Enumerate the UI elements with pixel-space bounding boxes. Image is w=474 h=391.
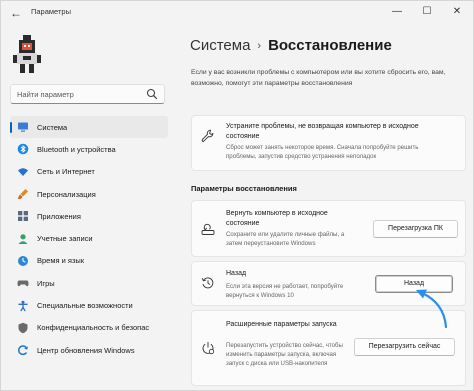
sidebar-item-label: Центр обновления Windows: [37, 345, 135, 355]
sidebar-item-bluetooth[interactable]: Bluetooth и устройства: [10, 138, 168, 160]
monitor-icon: [18, 122, 28, 132]
reset-pc-button[interactable]: Перезагрузка ПК: [373, 220, 458, 238]
sidebar-item-label: Bluetooth и устройства: [37, 144, 116, 154]
sidebar-item-privacy[interactable]: Конфиденциальность и безопас: [10, 317, 168, 339]
advanced-startup-icon: [202, 342, 215, 355]
sidebar-item-label: Учетные записи: [37, 234, 93, 244]
bluetooth-icon: [17, 144, 29, 155]
search-input[interactable]: [17, 87, 142, 101]
sidebar-item-label: Игры: [37, 278, 55, 288]
breadcrumb-separator: ›: [257, 40, 262, 52]
sidebar-item-label: Специальные возможности: [37, 301, 133, 311]
gamepad-icon: [17, 280, 29, 287]
troubleshoot-card[interactable]: Устраните проблемы, не возвращая компьют…: [191, 115, 466, 171]
reset-pc-icon: [201, 223, 215, 235]
apps-icon: [18, 211, 28, 222]
wrench-icon: [201, 129, 214, 143]
option-subtitle: Перезапустить устройство сейчас, чтобы и…: [226, 342, 343, 367]
sidebar-item-windows-update[interactable]: Центр обновления Windows: [10, 339, 168, 361]
title-bar: ← Параметры — ☐ ✕: [1, 1, 473, 25]
accessibility-icon: [18, 300, 28, 311]
option-title: Назад: [226, 270, 247, 277]
shield-icon: [18, 322, 28, 334]
sidebar-item-label: Сеть и Интернет: [37, 167, 95, 177]
troubleshoot-subtitle: Сброс может занять некоторое время. Снач…: [226, 144, 419, 160]
sidebar-item-system[interactable]: Система: [10, 116, 168, 139]
sidebar-nav: Система Bluetooth и устройства Сеть и Ин…: [10, 116, 168, 361]
option-subtitle: Сохраните или удалите личные файлы, а за…: [226, 231, 345, 247]
sidebar-item-gaming[interactable]: Игры: [10, 272, 168, 294]
search-icon[interactable]: [146, 88, 158, 100]
sidebar-item-label: Персонализация: [37, 189, 96, 199]
window-title: Параметры: [31, 7, 71, 16]
back-arrow-icon[interactable]: ←: [10, 6, 24, 20]
brush-icon: [18, 189, 28, 200]
network-icon: [18, 167, 28, 176]
settings-window: ← Параметры — ☐ ✕ Система Blu: [0, 0, 474, 391]
account-icon: [18, 233, 28, 244]
globe-clock-icon: [18, 255, 28, 266]
sidebar-item-label: Конфиденциальность и безопас: [37, 323, 150, 333]
sidebar-item-label: Приложения: [37, 211, 81, 221]
sidebar-item-network[interactable]: Сеть и Интернет: [10, 161, 168, 183]
intro-text: Если у вас возникли проблемы с компьютер…: [191, 69, 446, 87]
troubleshoot-title: Устраните проблемы, не возвращая компьют…: [226, 123, 419, 140]
sidebar-item-accounts[interactable]: Учетные записи: [10, 227, 168, 249]
search-box[interactable]: [10, 84, 165, 104]
sidebar-item-time-language[interactable]: Время и язык: [10, 250, 168, 272]
restart-now-button[interactable]: Перезагрузить сейчас: [354, 338, 455, 356]
sidebar-item-apps[interactable]: Приложения: [10, 205, 168, 227]
sidebar-item-personalization[interactable]: Персонализация: [10, 183, 168, 205]
reset-pc-card: Вернуть компьютер в исходное состояние С…: [191, 200, 466, 257]
close-button[interactable]: ✕: [449, 5, 465, 19]
section-heading: Параметры восстановления: [191, 184, 297, 193]
breadcrumb: Система › Восстановление: [190, 37, 392, 54]
option-title: Расширенные параметры запуска: [226, 321, 337, 328]
minimize-button[interactable]: —: [389, 5, 405, 19]
option-title: Вернуть компьютер в исходное состояние: [226, 210, 328, 227]
annotation-arrow-icon: [416, 289, 448, 329]
maximize-button[interactable]: ☐: [419, 5, 435, 19]
sidebar-item-label: Система: [37, 122, 68, 132]
history-icon: [201, 277, 214, 289]
breadcrumb-parent[interactable]: Система: [190, 37, 250, 54]
update-icon: [18, 345, 28, 356]
page-title: Восстановление: [268, 37, 392, 54]
avatar[interactable]: [13, 35, 41, 75]
option-subtitle: Если эта версия не работает, попробуйте …: [226, 283, 344, 299]
sidebar-item-accessibility[interactable]: Специальные возможности: [10, 294, 168, 316]
sidebar-item-label: Время и язык: [37, 256, 85, 266]
